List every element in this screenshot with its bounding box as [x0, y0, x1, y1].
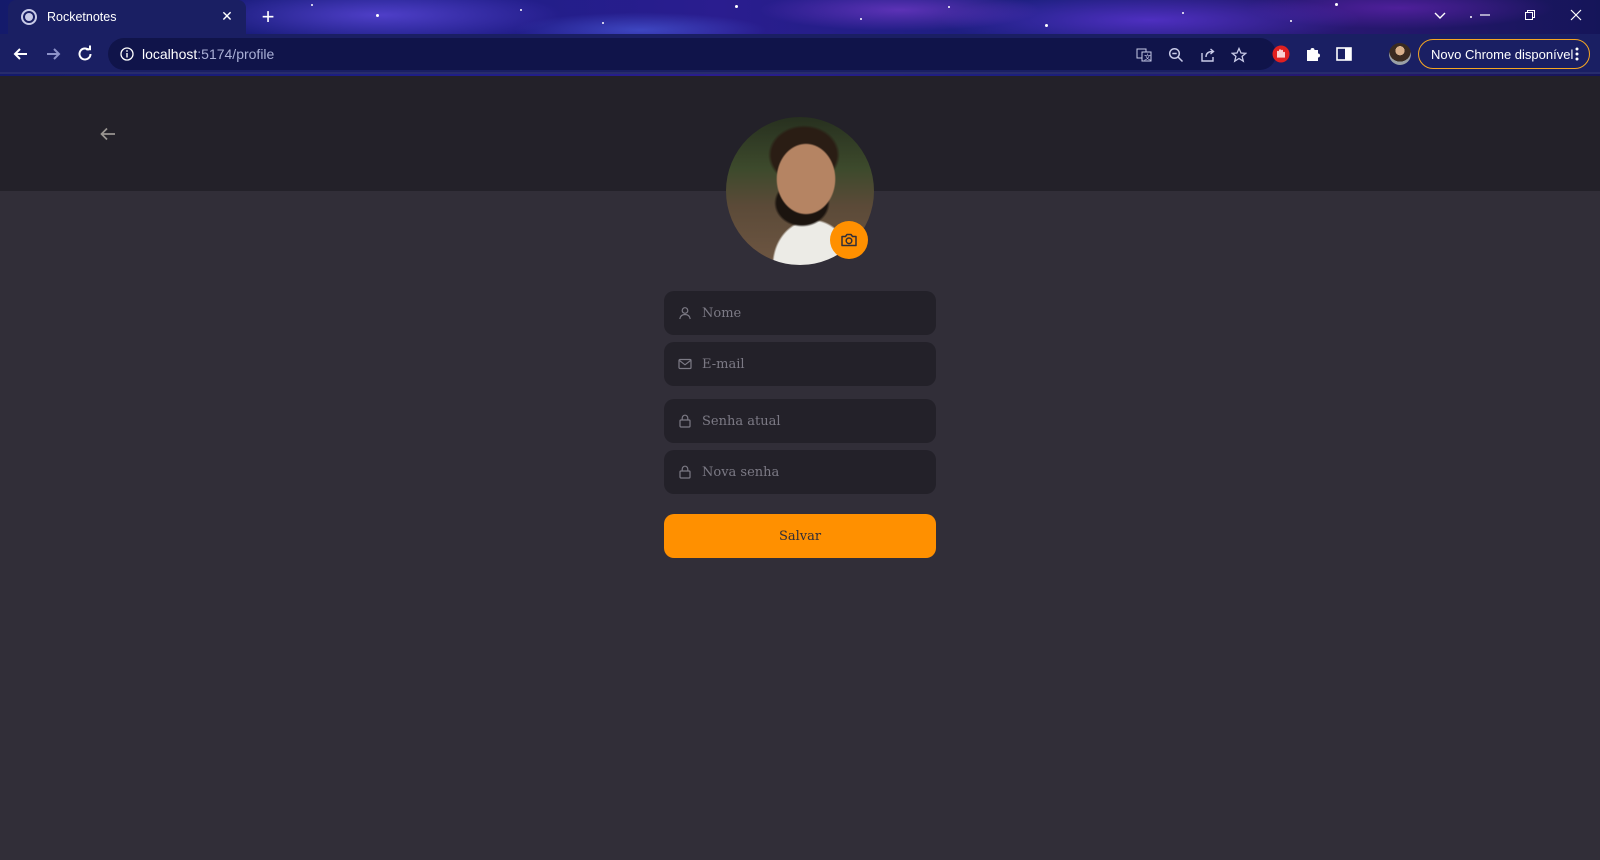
current-password-input[interactable] — [702, 413, 922, 429]
share-icon[interactable] — [1198, 45, 1218, 65]
camera-icon — [841, 233, 857, 247]
info-icon[interactable] — [120, 47, 134, 61]
email-input[interactable] — [702, 356, 922, 372]
chevron-down-icon — [1434, 12, 1446, 19]
url-host: localhost — [142, 46, 198, 62]
side-panel-icon[interactable] — [1333, 43, 1355, 65]
restore-button[interactable] — [1510, 4, 1550, 26]
more-vert-icon[interactable] — [1575, 46, 1579, 62]
address-bar[interactable]: localhost:5174/profile 文 — [108, 38, 1276, 70]
restore-icon — [1525, 10, 1535, 20]
close-tab-button[interactable]: ✕ — [218, 9, 236, 25]
browser-chrome: Rocketnotes ✕ + localhost:5174/profile 文 — [0, 0, 1600, 76]
globe-icon — [21, 9, 37, 25]
lock-icon — [679, 465, 691, 479]
name-field[interactable] — [664, 291, 936, 335]
lock-icon — [679, 414, 691, 428]
forward-button[interactable] — [40, 41, 66, 67]
back-link[interactable] — [96, 122, 120, 146]
current-password-field[interactable] — [664, 399, 936, 443]
close-window-button[interactable] — [1556, 4, 1596, 26]
puzzle-icon[interactable] — [1302, 43, 1324, 65]
change-avatar-button[interactable] — [830, 221, 868, 259]
browser-profile-avatar[interactable] — [1389, 43, 1411, 65]
minimize-icon — [1480, 14, 1490, 16]
arrow-right-icon — [47, 48, 61, 60]
zoom-icon[interactable] — [1166, 45, 1186, 65]
star-icon[interactable] — [1229, 45, 1249, 65]
translate-icon[interactable]: 文 — [1134, 45, 1154, 65]
profile-form: Salvar — [664, 291, 936, 558]
url-path: :5174/profile — [197, 46, 275, 62]
arrow-left-icon — [100, 127, 115, 141]
update-label: Novo Chrome disponível — [1431, 46, 1574, 62]
new-password-input[interactable] — [702, 464, 922, 480]
user-icon — [679, 307, 691, 320]
tab-search-button[interactable] — [1420, 4, 1460, 26]
new-tab-button[interactable]: + — [255, 5, 281, 31]
browser-tab[interactable]: Rocketnotes ✕ — [8, 0, 246, 34]
url-text[interactable]: localhost:5174/profile — [142, 46, 274, 62]
reload-icon — [78, 45, 92, 61]
close-icon — [1570, 9, 1582, 21]
back-button[interactable] — [8, 41, 34, 67]
arrow-left-icon — [13, 48, 27, 60]
mail-icon — [678, 358, 692, 370]
email-field[interactable] — [664, 342, 936, 386]
extension-hand-icon[interactable] — [1270, 43, 1292, 65]
browser-toolbar: localhost:5174/profile 文 Novo Chrome dis… — [0, 34, 1600, 74]
tab-title: Rocketnotes — [47, 10, 117, 24]
name-input[interactable] — [702, 305, 922, 321]
minimize-button[interactable] — [1465, 4, 1505, 26]
save-button[interactable]: Salvar — [664, 514, 936, 558]
reload-button[interactable] — [72, 41, 98, 67]
svg-text:文: 文 — [1144, 53, 1151, 62]
avatar-container — [726, 117, 874, 265]
new-password-field[interactable] — [664, 450, 936, 494]
chrome-update-button[interactable]: Novo Chrome disponível — [1418, 39, 1590, 69]
